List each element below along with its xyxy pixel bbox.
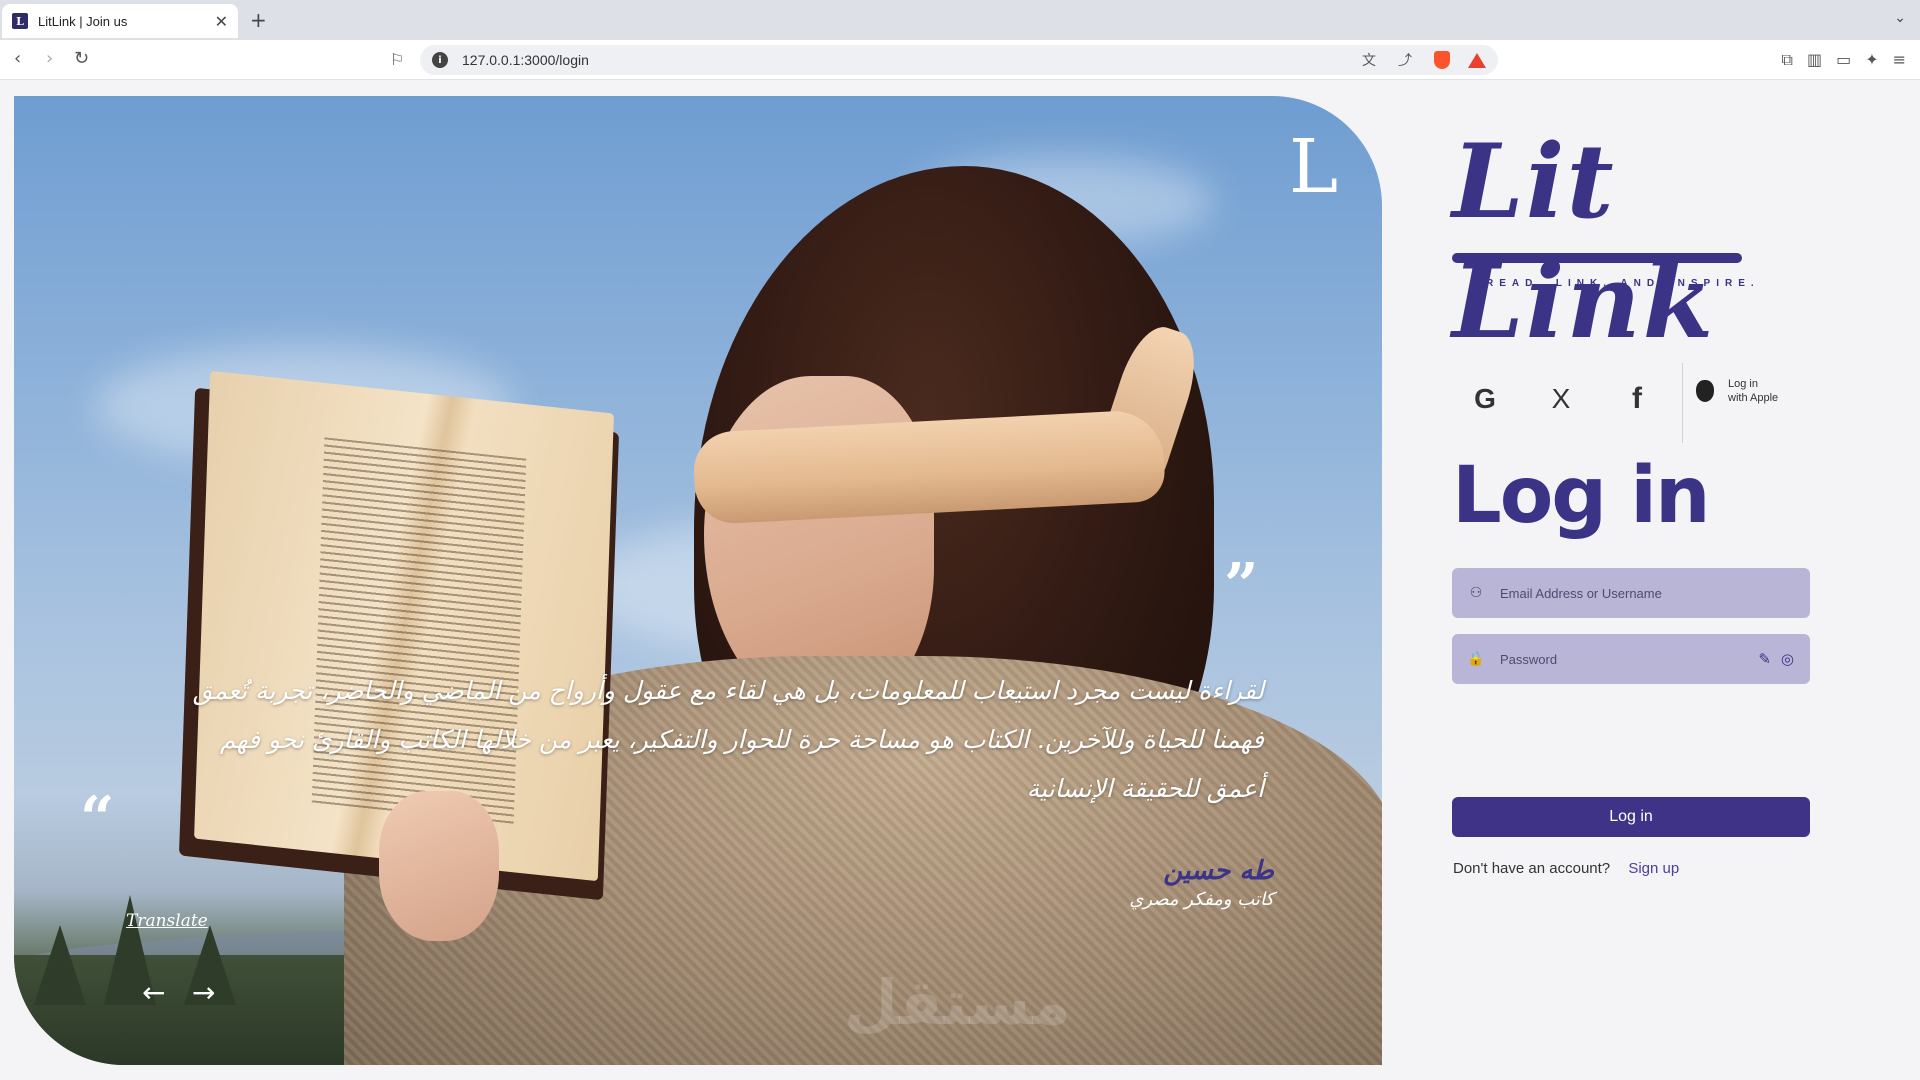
url-text[interactable]: 127.0.0.1:3000/login xyxy=(462,52,1340,68)
watermark: مستقل xyxy=(844,966,1071,1039)
tab-list-chevron-icon[interactable]: ⌄ xyxy=(1894,10,1906,26)
signup-link[interactable]: Sign up xyxy=(1628,860,1679,877)
forward-icon[interactable]: › xyxy=(46,48,53,69)
translate-icon[interactable]: 文 xyxy=(1362,50,1376,70)
close-tab-icon[interactable]: ✕ xyxy=(215,12,228,31)
brand-name: Lit Link xyxy=(1452,122,1716,362)
hide-password-icon[interactable]: ◎ xyxy=(1781,650,1794,668)
lock-icon: 🔒 xyxy=(1467,651,1485,667)
google-icon: G xyxy=(1474,383,1496,414)
logo-underline xyxy=(1452,253,1742,263)
tab-title: LitLink | Join us xyxy=(38,13,128,29)
apple-icon xyxy=(1696,380,1714,402)
login-page: مستقل L ” لقراءة ليست مجرد استيعاب للمعل… xyxy=(0,81,1920,1080)
wallet-icon[interactable]: ▭ xyxy=(1836,50,1851,70)
browser-tab[interactable]: L LitLink | Join us ✕ xyxy=(2,4,238,38)
author-title: كاتب ومفكر مصري xyxy=(1129,889,1274,910)
password-field[interactable]: 🔒 ✎ ◎ xyxy=(1452,634,1810,684)
sidebar-icon[interactable]: ▥ xyxy=(1807,50,1822,70)
translate-link[interactable]: Translate xyxy=(126,911,208,931)
facebook-login-button[interactable]: f xyxy=(1609,371,1665,427)
brave-rewards-icon[interactable] xyxy=(1468,52,1486,68)
user-icon: ⚇ xyxy=(1469,585,1483,601)
login-heading: Log in xyxy=(1452,451,1711,541)
x-login-button[interactable]: X xyxy=(1533,371,1589,427)
reload-icon[interactable]: ↻ xyxy=(74,48,89,69)
password-input[interactable] xyxy=(1500,651,1749,667)
x-icon: X xyxy=(1551,383,1571,414)
google-login-button[interactable]: G xyxy=(1457,371,1513,427)
opening-quote-mark: “ xyxy=(80,784,115,854)
next-quote-arrow-icon[interactable]: → xyxy=(192,976,215,1009)
email-field[interactable]: ⚇ xyxy=(1452,568,1810,618)
hero-image-panel: مستقل L ” لقراءة ليست مجرد استيعاب للمعل… xyxy=(14,96,1382,1065)
apple-login-label: Log in with Apple xyxy=(1728,378,1779,404)
extensions-icon[interactable]: ⧉ xyxy=(1782,50,1793,70)
brave-shields-icon[interactable] xyxy=(1434,51,1450,69)
corner-logo-icon: L xyxy=(1289,124,1339,210)
no-account-text: Don't have an account? xyxy=(1453,860,1611,877)
litlink-favicon-icon: L xyxy=(12,13,28,29)
back-icon[interactable]: ‹ xyxy=(14,48,21,69)
previous-quote-arrow-icon[interactable]: ← xyxy=(142,976,165,1009)
hand xyxy=(379,791,499,941)
brand-tagline: READ, LINK, AND INSPIRE. xyxy=(1486,278,1760,289)
leo-ai-icon[interactable]: ✦ xyxy=(1865,50,1878,70)
address-bar[interactable]: i 127.0.0.1:3000/login 文 ⤴ xyxy=(420,45,1498,75)
arabic-quote: لقراءة ليست مجرد استيعاب للمعلومات، بل ه… xyxy=(192,676,1264,803)
signup-row: Don't have an account? Sign up xyxy=(1453,860,1679,877)
email-input[interactable] xyxy=(1500,585,1794,601)
edit-icon[interactable]: ✎ xyxy=(1758,650,1771,668)
tab-strip: L LitLink | Join us ✕ + ⌄ xyxy=(0,0,1920,40)
litlink-logo: Lit Link xyxy=(1452,122,1802,362)
quote-author: طه حسين xyxy=(1163,856,1274,886)
social-divider xyxy=(1682,363,1683,443)
toolbar-right-icons: ⧉ ▥ ▭ ✦ ≡ xyxy=(1782,50,1907,70)
site-info-icon[interactable]: i xyxy=(432,52,448,68)
menu-icon[interactable]: ≡ xyxy=(1893,50,1906,70)
closing-quote-mark: ” xyxy=(1224,551,1259,621)
login-button[interactable]: Log in xyxy=(1452,797,1810,837)
new-tab-button[interactable]: + xyxy=(250,8,267,32)
browser-toolbar: ‹ › ↻ ⚐ i 127.0.0.1:3000/login 文 ⤴ ⧉ ▥ ▭… xyxy=(0,40,1920,80)
share-icon[interactable]: ⤴ xyxy=(1398,50,1412,70)
apple-login-button[interactable]: Log in with Apple xyxy=(1696,377,1778,405)
facebook-icon: f xyxy=(1632,382,1642,415)
bookmark-icon[interactable]: ⚐ xyxy=(390,50,404,69)
